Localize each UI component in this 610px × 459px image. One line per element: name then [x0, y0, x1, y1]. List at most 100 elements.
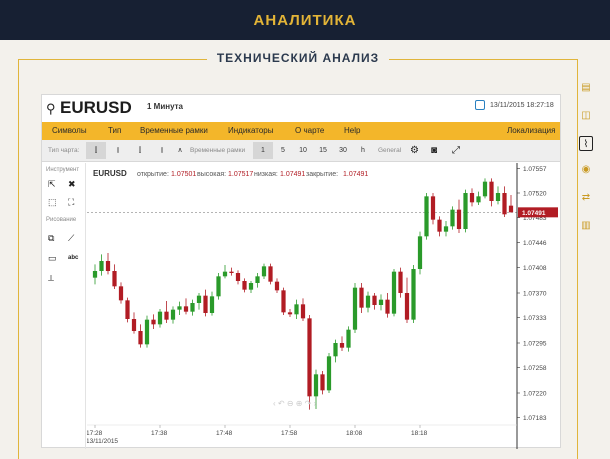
candle-body [151, 319, 156, 325]
candle-body [307, 318, 312, 397]
line-type-button[interactable]: ∧ [170, 142, 190, 159]
x-tick-label: 17:58 [281, 430, 298, 437]
candle-body [430, 196, 436, 220]
timeframe-1-button[interactable]: 1 [253, 142, 273, 159]
candle-body [443, 226, 449, 232]
candle-body [248, 283, 254, 290]
candle-body [482, 181, 488, 197]
menu-localization[interactable]: Локализация [507, 126, 555, 135]
candle-body [138, 331, 143, 345]
price-chart[interactable]: 1.075571.075201.074831.074461.074081.073… [87, 163, 560, 449]
trendline-icon[interactable]: ⟋ [68, 233, 74, 244]
candle-body [450, 209, 455, 227]
candle-body [190, 303, 195, 312]
candle-body [398, 271, 403, 293]
y-tick-label: 1.07333 [523, 315, 547, 322]
timeframe-30-button[interactable]: 30 [333, 142, 353, 159]
rectangle-icon[interactable]: ▭ [48, 253, 57, 264]
candle-body [157, 311, 163, 325]
legend-low-value: 1.07491 [280, 171, 305, 178]
text-tool-icon[interactable]: abc [68, 255, 78, 261]
timeframe-15-button[interactable]: 15 [313, 142, 333, 159]
candle-body [164, 311, 169, 320]
delete-icon[interactable]: ✖ [68, 179, 76, 190]
exchange-icon[interactable]: ⇄ [579, 190, 593, 205]
candle-body [359, 287, 364, 308]
calendar-icon[interactable]: ▤ [579, 80, 593, 95]
top-banner: АНАЛИТИКА [0, 0, 610, 40]
candle-body [294, 304, 299, 315]
datetime: 13/11/2015 18:27:18 [490, 102, 554, 109]
candle-body [300, 304, 306, 319]
legend-high-value: 1.07517 [228, 171, 253, 178]
timeframe-hour-button[interactable]: h [353, 142, 373, 159]
legend-close-label: закрытие: [306, 171, 338, 178]
candle-body [476, 196, 481, 203]
eye-icon[interactable]: ◉ [579, 162, 593, 177]
x-tick-label: 17:48 [216, 430, 233, 437]
candle-body [92, 271, 98, 278]
candle-body [99, 261, 104, 271]
chart-toolbar: Тип чарта: ⫿ ⫾ ⫿ ⫾ ∧ Временные рамки 1 5… [42, 140, 560, 162]
legend-close-value: 1.07491 [343, 171, 368, 178]
x-tick-label: 18:18 [411, 430, 428, 437]
hollow-candle-type-button[interactable]: ⫿ [130, 142, 150, 159]
tools-label: Инструмент [46, 167, 80, 173]
general-label: General [378, 147, 402, 154]
y-tick-label: 1.07220 [523, 391, 547, 398]
timeframe-5-button[interactable]: 5 [273, 142, 293, 159]
candle-body [131, 319, 137, 331]
y-tick-label: 1.07408 [523, 265, 547, 272]
menu-type[interactable]: Тип [108, 126, 121, 135]
candle-body [203, 295, 208, 313]
chart-analysis-icon[interactable]: ⌇ [579, 136, 593, 151]
candle-body [183, 306, 189, 312]
candle-body [469, 193, 475, 203]
heikin-ashi-type-button[interactable]: ⫾ [152, 142, 172, 159]
gear-icon[interactable]: ⚙ [410, 145, 419, 157]
menu-timeframes[interactable]: Временные рамки [140, 126, 208, 135]
y-tick-label: 1.07370 [523, 291, 547, 298]
copy-icon[interactable]: ⧉ [48, 233, 54, 244]
clock-icon [475, 100, 485, 110]
fan-icon[interactable]: ⟂ [48, 273, 54, 284]
candle-body [437, 219, 442, 232]
fullscreen-icon[interactable]: ⤢ [452, 145, 460, 157]
timeframe-10-button[interactable]: 10 [293, 142, 313, 159]
candle-body [495, 193, 501, 201]
menu-symbols[interactable]: Символы [52, 126, 87, 135]
candle-body [372, 295, 377, 305]
ohlc-type-button[interactable]: ⫾ [108, 142, 128, 159]
candle-body [456, 209, 462, 229]
menu-help[interactable]: Help [344, 126, 360, 135]
candle-body [391, 271, 397, 314]
candle-body [346, 329, 351, 348]
y-tick-label: 1.07520 [523, 191, 547, 198]
current-price-label: 1.07491 [522, 210, 546, 217]
candle-body [112, 271, 117, 287]
cursor-icon[interactable]: ⇱ [48, 179, 56, 190]
candle-body [326, 356, 332, 391]
candle-body [105, 261, 111, 271]
candlestick-type-button[interactable]: ⫿ [86, 142, 106, 159]
candle-body [352, 287, 358, 330]
candle-body [125, 300, 130, 319]
candle-body [365, 295, 371, 308]
book-icon[interactable]: ◫ [579, 108, 593, 123]
navigation-arrows-icon[interactable]: ‹ ↶ ⊖ ⊕ ↷ › [273, 399, 317, 408]
candle-body [242, 281, 247, 290]
menu-indicators[interactable]: Индикаторы [228, 126, 273, 135]
candle-body [216, 276, 221, 297]
menu-about-chart[interactable]: О чарте [295, 126, 324, 135]
candle-body [411, 269, 416, 320]
camera-icon[interactable]: ◙ [431, 145, 437, 157]
document-icon[interactable]: ▥ [579, 218, 593, 233]
candle-body [287, 312, 293, 315]
zoom-select-icon[interactable]: ⬚ [48, 197, 57, 208]
chart-widget: ⚲ EURUSD 1 Минута 13/11/2015 18:27:18 Си… [41, 94, 561, 449]
x-date-label: 13/11/2015 [87, 438, 118, 445]
x-tick-label: 18:08 [346, 430, 363, 437]
zoom-fit-icon[interactable]: ⛶ [68, 197, 74, 208]
candle-body [378, 299, 384, 305]
y-tick-label: 1.07446 [523, 240, 547, 247]
